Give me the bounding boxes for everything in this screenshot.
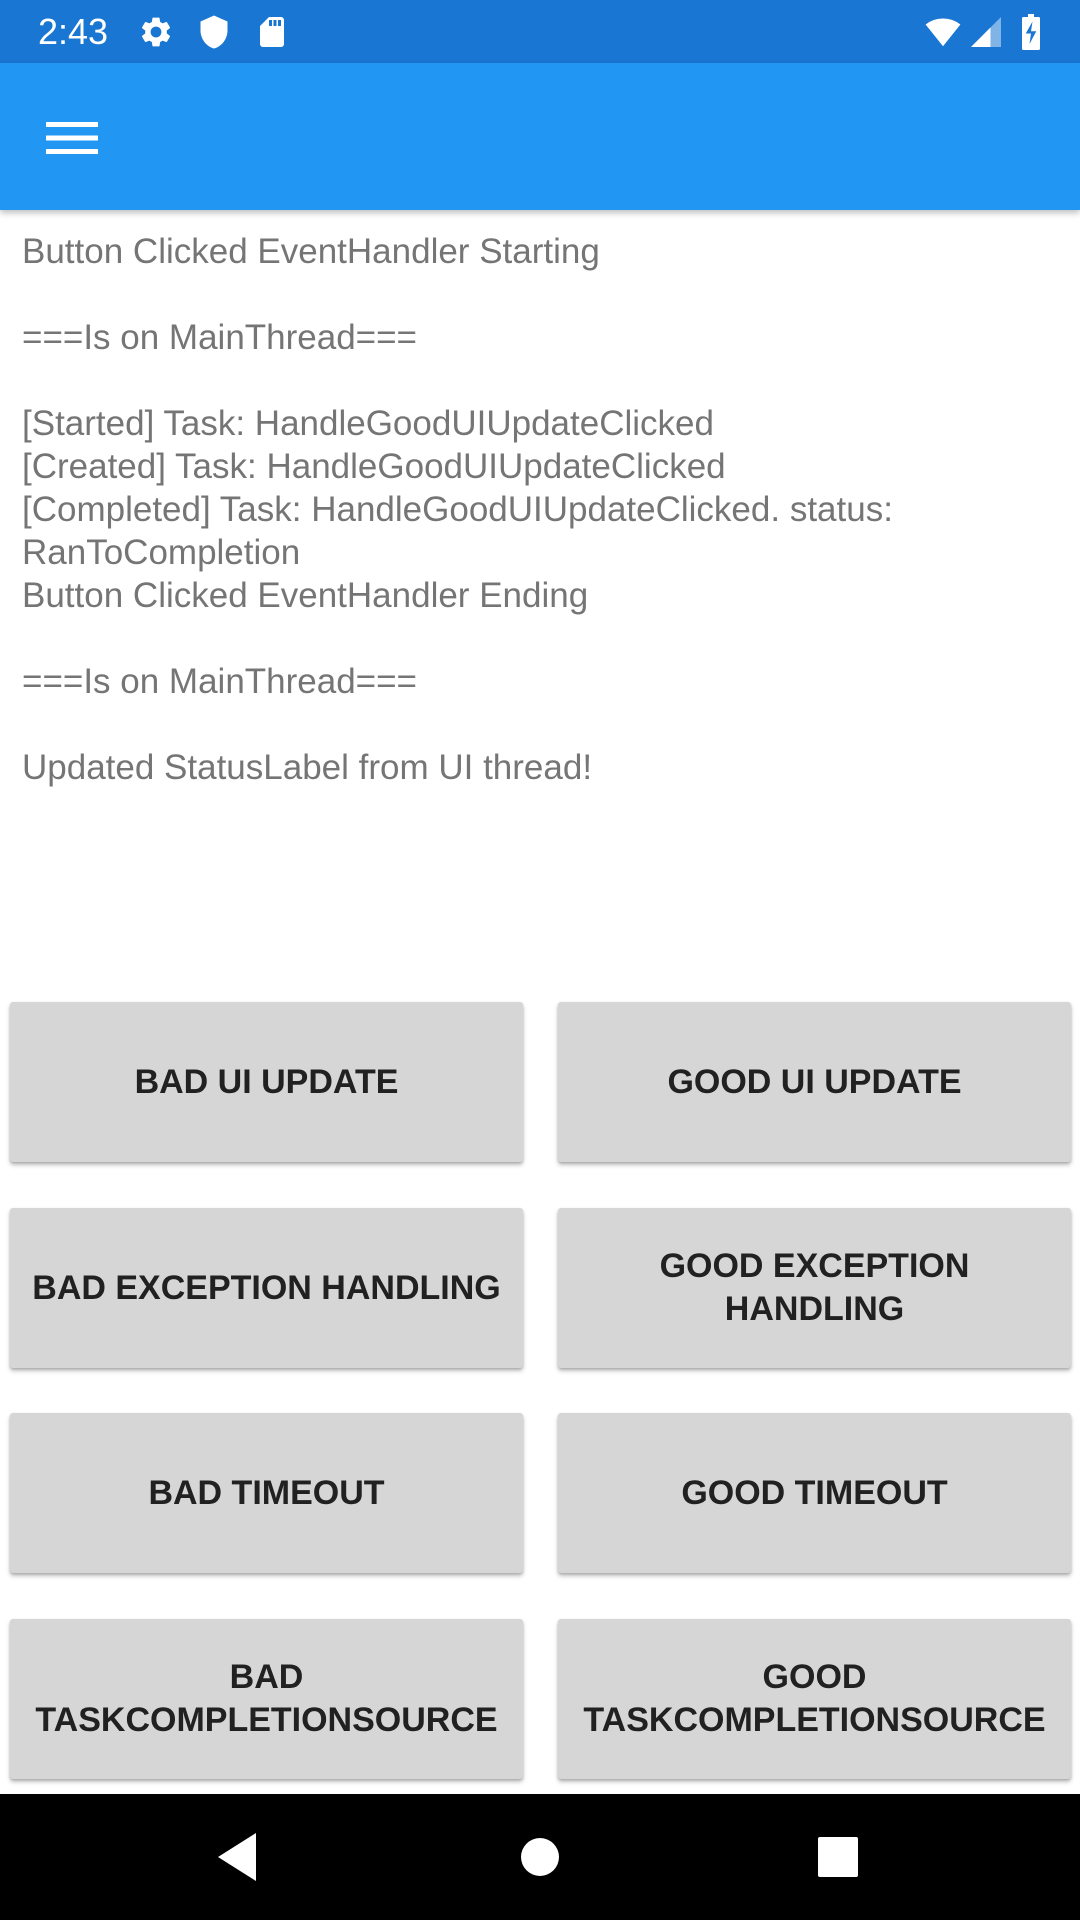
button-label: BAD TIMEOUT xyxy=(148,1473,385,1512)
recents-icon[interactable] xyxy=(803,1822,873,1892)
status-log: Button Clicked EventHandler Starting ===… xyxy=(22,230,1062,789)
button-label: GOOD UI UPDATE xyxy=(667,1062,962,1101)
app-bar xyxy=(0,63,1080,210)
log-line: [Started] Task: HandleGoodUIUpdateClicke… xyxy=(22,404,714,443)
good-exception-handling-button[interactable]: GOOD EXCEPTION HANDLING xyxy=(558,1208,1071,1368)
battery-charging-icon xyxy=(1016,14,1046,50)
button-label: BAD EXCEPTION HANDLING xyxy=(32,1268,501,1307)
button-label: BAD UI UPDATE xyxy=(134,1062,399,1101)
wifi-icon xyxy=(922,14,964,50)
log-line: ===Is on MainThread=== xyxy=(22,318,417,357)
home-icon[interactable] xyxy=(505,1822,575,1892)
log-line: Button Clicked EventHandler Ending xyxy=(22,576,589,615)
bad-taskcompletionsource-button[interactable]: BAD TASKCOMPLETIONSOURCE xyxy=(10,1619,523,1779)
bad-exception-handling-button[interactable]: BAD EXCEPTION HANDLING xyxy=(10,1208,523,1368)
log-line: [Created] Task: HandleGoodUIUpdateClicke… xyxy=(22,447,726,486)
hamburger-menu-icon[interactable] xyxy=(30,105,114,171)
bad-timeout-button[interactable]: BAD TIMEOUT xyxy=(10,1413,523,1573)
back-icon[interactable] xyxy=(204,1822,274,1892)
log-line: [Completed] Task: HandleGoodUIUpdateClic… xyxy=(22,490,893,572)
log-line: ===Is on MainThread=== xyxy=(22,662,417,701)
log-line: Button Clicked EventHandler Starting xyxy=(22,232,600,271)
good-taskcompletionsource-button[interactable]: GOOD TASKCOMPLETIONSOURCE xyxy=(558,1619,1071,1779)
good-timeout-button[interactable]: GOOD TIMEOUT xyxy=(558,1413,1071,1573)
app-screen: 2:43 Button Clicked EventHandler Startin… xyxy=(0,0,1080,1920)
status-time: 2:43 xyxy=(38,11,109,52)
button-label: BAD TASKCOMPLETIONSOURCE xyxy=(35,1658,498,1739)
button-label: GOOD TIMEOUT xyxy=(681,1473,948,1512)
button-label: GOOD TASKCOMPLETIONSOURCE xyxy=(583,1658,1046,1739)
cell-signal-icon xyxy=(968,14,1004,50)
gear-icon xyxy=(138,14,174,50)
shield-icon xyxy=(196,14,232,50)
log-line: Updated StatusLabel from UI thread! xyxy=(22,748,593,787)
status-bar: 2:43 xyxy=(0,0,1080,63)
bad-ui-update-button[interactable]: BAD UI UPDATE xyxy=(10,1002,523,1162)
good-ui-update-button[interactable]: GOOD UI UPDATE xyxy=(558,1002,1071,1162)
navigation-bar xyxy=(0,1794,1080,1920)
button-label: GOOD EXCEPTION HANDLING xyxy=(659,1247,970,1328)
sd-card-icon xyxy=(254,14,290,50)
